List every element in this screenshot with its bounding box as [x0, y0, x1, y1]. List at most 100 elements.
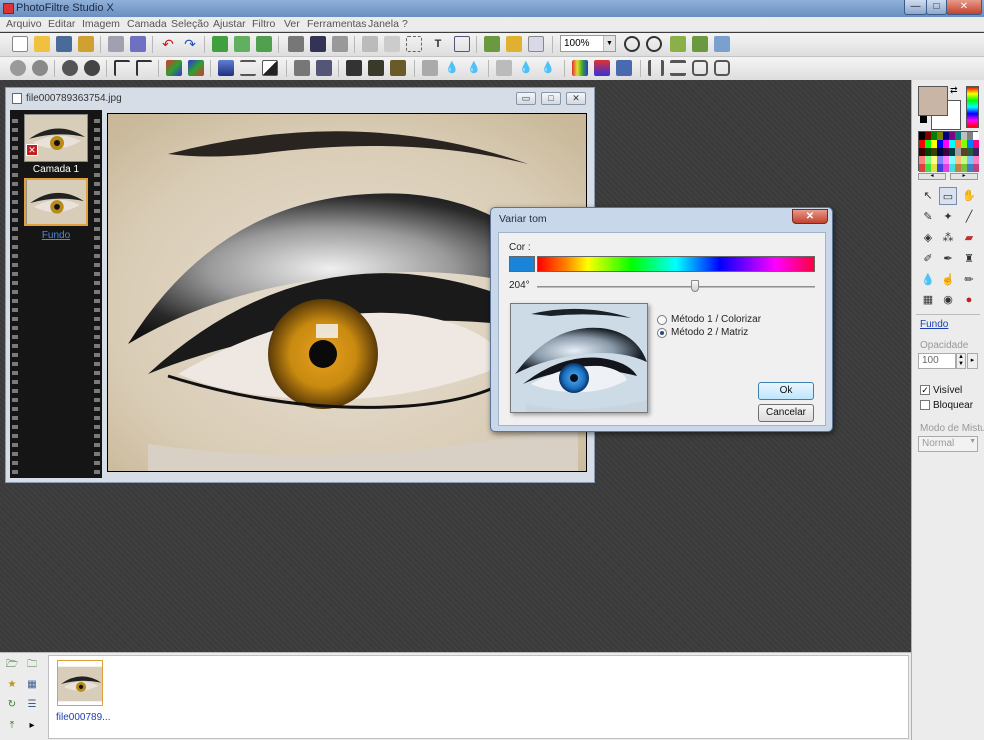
menu-help[interactable]: ? [402, 18, 408, 30]
lock-checkbox[interactable] [920, 400, 930, 410]
favorites-icon[interactable]: ★ [5, 678, 19, 692]
menu-filtro[interactable]: Filtro [252, 18, 275, 30]
copy-icon[interactable] [212, 36, 228, 52]
list-icon[interactable]: ☰ [25, 698, 39, 712]
image-minimize-button[interactable]: ▭ [516, 92, 536, 105]
lock-label[interactable]: Bloquear [933, 400, 973, 411]
method-1-label[interactable]: Método 1 / Colorizar [671, 314, 761, 325]
palette-swatch[interactable] [973, 164, 979, 172]
zoom-in-icon[interactable] [624, 36, 640, 52]
menu-arquivo[interactable]: Arquivo [6, 18, 42, 30]
paste-icon[interactable] [234, 36, 250, 52]
thumbnails-icon[interactable]: ▦ [25, 678, 39, 692]
opacity-spinner[interactable]: ▲ ▼ [956, 353, 966, 369]
hue-slider-handle[interactable] [690, 280, 699, 292]
hand-tool-icon[interactable]: ✋ [960, 187, 978, 205]
visible-checkbox[interactable]: ✓ [920, 385, 930, 395]
red-eye-tool-icon[interactable]: ● [960, 291, 978, 309]
filter-4-icon[interactable] [84, 60, 100, 76]
filter-icon[interactable] [484, 36, 500, 52]
actual-size-icon[interactable] [692, 36, 708, 52]
menu-ajustar[interactable]: Ajustar [213, 18, 246, 30]
menu-selecao[interactable]: Seleção [171, 18, 209, 30]
filter-10-icon[interactable] [368, 60, 384, 76]
opacity-dropdown-arrow[interactable]: ▸ [967, 353, 978, 369]
saturation-icon[interactable] [316, 60, 332, 76]
zoom-out-icon[interactable] [646, 36, 662, 52]
color-palette[interactable] [918, 131, 979, 172]
hue-slider-track[interactable] [537, 286, 815, 288]
layer-label-fundo[interactable]: Fundo [10, 230, 102, 241]
palette-swatch[interactable] [973, 132, 979, 140]
palette-next-button[interactable]: ▸ [950, 173, 978, 180]
opacity-field[interactable]: 100 [918, 353, 956, 369]
drop-2-icon[interactable]: 💧 [466, 60, 482, 76]
eraser-tool-icon[interactable]: ▰ [960, 229, 978, 247]
menu-editar[interactable]: Editar [48, 18, 75, 30]
spray-tool-icon[interactable]: ⁂ [939, 229, 957, 247]
rotate-left-icon[interactable] [692, 60, 708, 76]
undo-icon[interactable]: ↶ [160, 36, 176, 52]
filter-7-icon[interactable] [166, 60, 182, 76]
file-thumbnail[interactable] [57, 660, 103, 706]
up-folder-icon[interactable]: ⤒ [5, 719, 19, 733]
blend-mode-select[interactable]: Normal ▼ [918, 436, 978, 452]
image-close-button[interactable]: ✕ [566, 92, 586, 105]
filter-2-icon[interactable] [32, 60, 48, 76]
flip-horizontal-icon[interactable] [648, 60, 664, 76]
play-icon[interactable]: ▸ [25, 719, 39, 733]
scan-icon[interactable] [130, 36, 146, 52]
fit-window-icon[interactable] [670, 36, 686, 52]
text-tool-icon[interactable]: T [430, 36, 446, 52]
contrast-icon[interactable] [262, 60, 278, 76]
save-icon[interactable] [56, 36, 72, 52]
foreground-color-swatch[interactable] [918, 86, 948, 116]
deform-tool-icon[interactable]: ▦ [919, 291, 937, 309]
ok-button[interactable]: Ok [758, 382, 814, 400]
gamma-icon[interactable] [294, 60, 310, 76]
file-thumbnail-label[interactable]: file000789... [56, 712, 111, 723]
filter-9-icon[interactable] [346, 60, 362, 76]
visible-label[interactable]: Visível [933, 385, 962, 396]
selection-icon[interactable] [406, 36, 422, 52]
dialog-close-button[interactable]: ✕ [792, 209, 828, 224]
filter-6-icon[interactable] [136, 60, 152, 76]
canvas-size-icon[interactable] [310, 36, 326, 52]
curves-icon[interactable] [240, 60, 256, 76]
export-icon[interactable] [78, 36, 94, 52]
menu-janela[interactable]: Janela [368, 18, 399, 30]
new-file-icon[interactable] [12, 36, 28, 52]
image-maximize-button[interactable]: □ [541, 92, 561, 105]
brush-tool-icon[interactable]: ✐ [919, 250, 937, 268]
swap-colors-icon[interactable]: ⇄ [950, 85, 958, 96]
color-balance-icon[interactable] [572, 60, 588, 76]
layer-copy-icon[interactable] [384, 36, 400, 52]
hue-icon[interactable] [594, 60, 610, 76]
selection-tool-icon[interactable]: ▭ [939, 187, 957, 205]
window-icon[interactable] [528, 36, 544, 52]
open-file-icon[interactable] [34, 36, 50, 52]
eyedropper-tool-icon[interactable]: ✎ [919, 208, 937, 226]
explorer-icon[interactable]: 🗁 [5, 658, 19, 672]
sharpen-tool-icon[interactable]: ✏ [960, 271, 978, 289]
filter-11-icon[interactable] [390, 60, 406, 76]
paste-new-icon[interactable] [256, 36, 272, 52]
redo-icon[interactable]: ↷ [182, 36, 198, 52]
magic-wand-tool-icon[interactable]: ✦ [939, 208, 957, 226]
filter-13-icon[interactable] [496, 60, 512, 76]
method-2-label[interactable]: Método 2 / Matriz [671, 327, 748, 338]
menu-ferramentas[interactable]: Ferramentas [307, 18, 367, 30]
advanced-brush-tool-icon[interactable]: ✒ [939, 250, 957, 268]
active-layer-name[interactable]: Fundo [920, 319, 948, 330]
zoom-select[interactable]: 100% ▼ [560, 35, 616, 52]
method-2-radio[interactable] [657, 328, 667, 338]
blur-tool-icon[interactable]: 💧 [919, 271, 937, 289]
filter-1-icon[interactable] [10, 60, 26, 76]
effects-icon[interactable] [506, 36, 522, 52]
line-tool-icon[interactable]: ╱ [960, 208, 978, 226]
cancel-button[interactable]: Cancelar [758, 404, 814, 422]
transform-icon[interactable] [454, 36, 470, 52]
layer-thumb-fundo[interactable] [24, 178, 88, 226]
crop-icon[interactable] [332, 36, 348, 52]
palette-prev-button[interactable]: ◂ [918, 173, 946, 180]
